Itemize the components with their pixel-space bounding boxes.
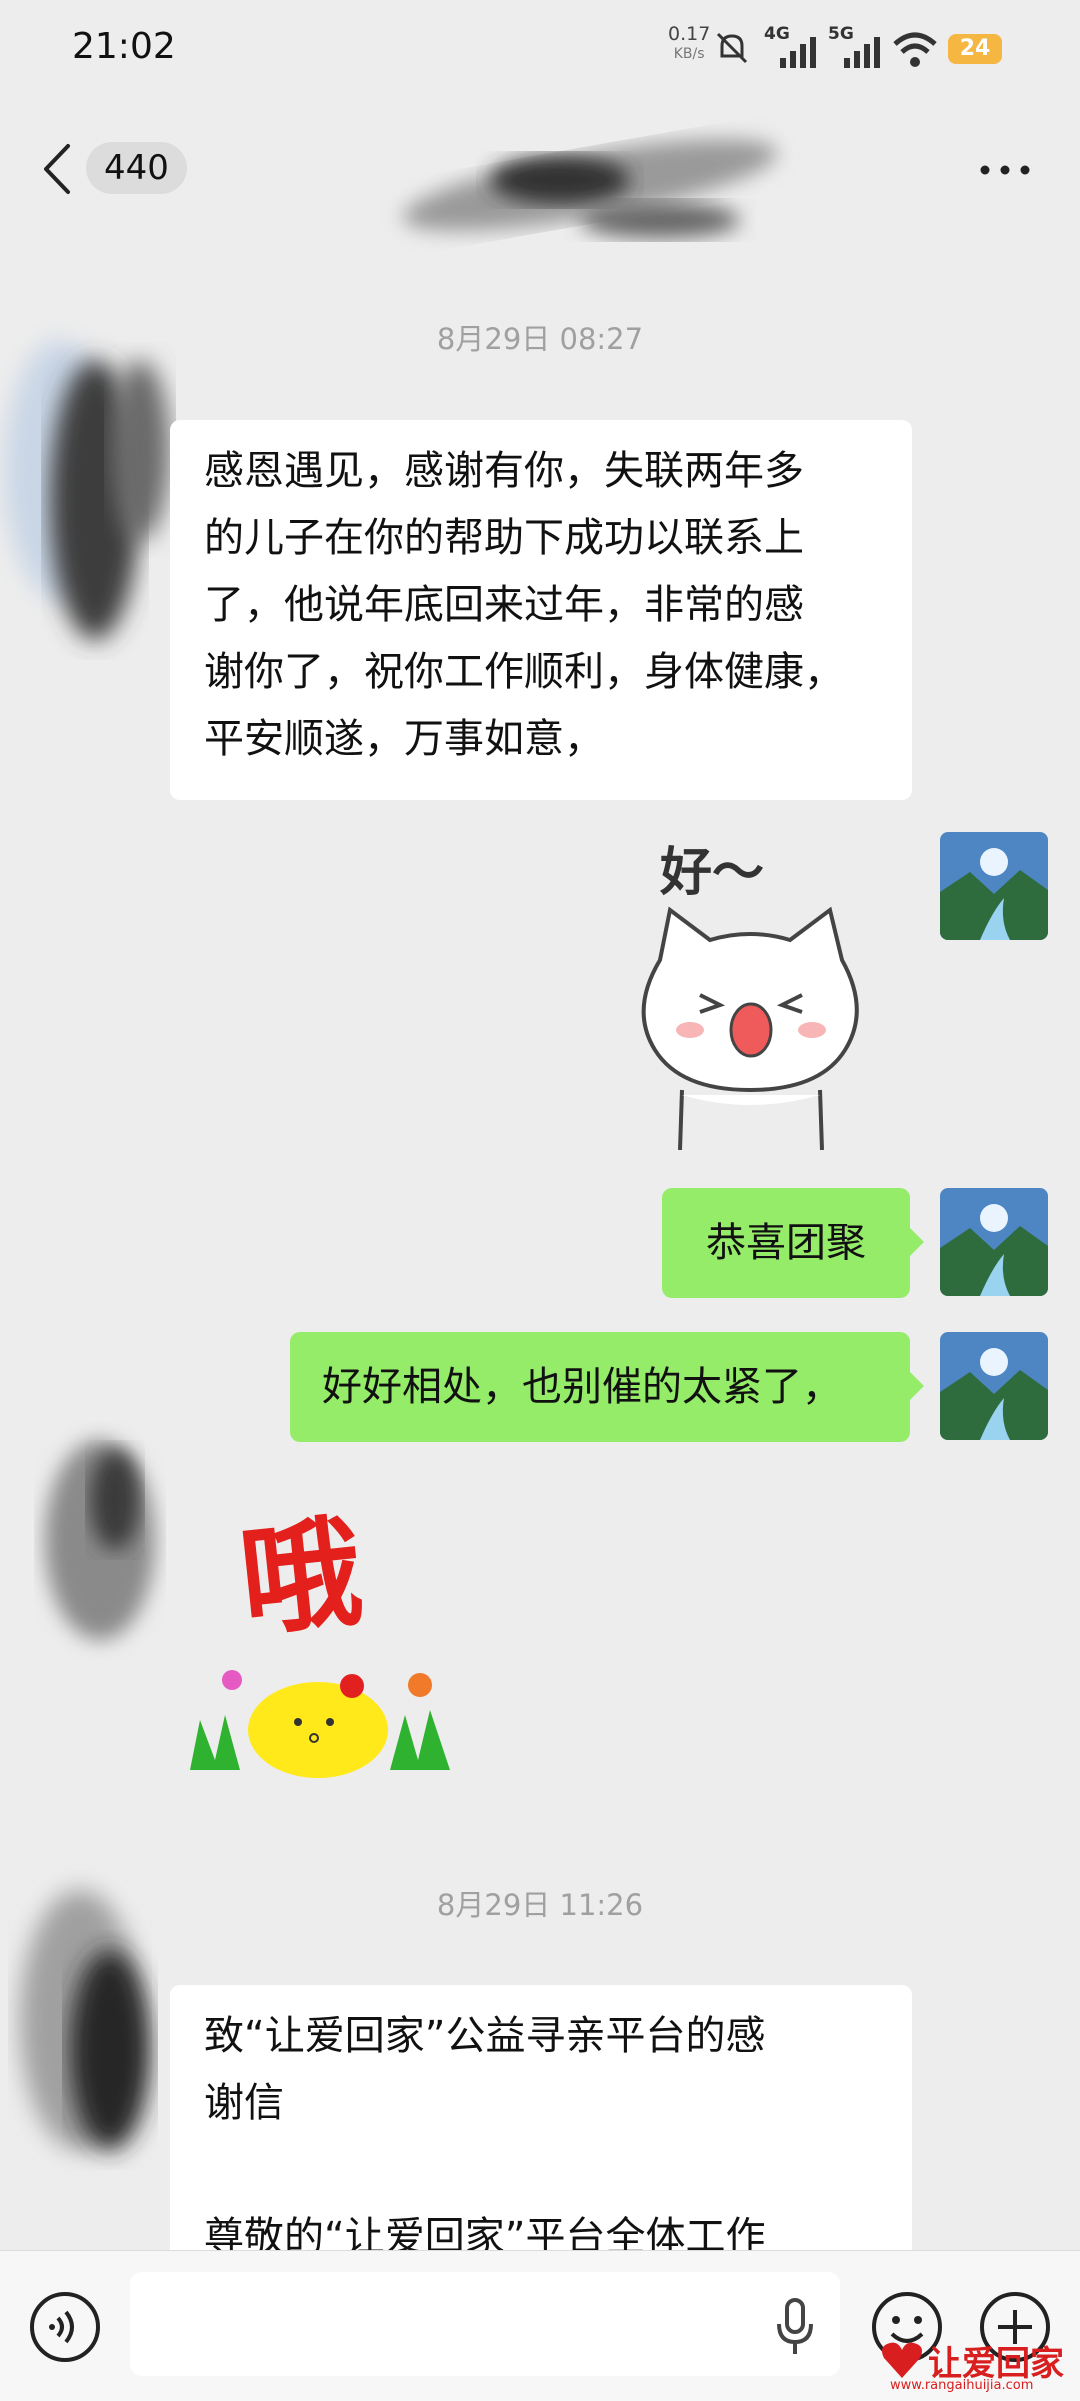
sticker-caption: 好～ bbox=[660, 842, 765, 903]
message-line: 谢信 bbox=[204, 2080, 284, 2126]
incoming-message-bubble[interactable]: 感恩遇见，感谢有你，失联两年多 的儿子在你的帮助下成功以联系上 了，他说年底回来… bbox=[170, 420, 912, 800]
message-line bbox=[204, 2137, 912, 2204]
message-line: 了，他说年底回来过年，非常的感 bbox=[204, 582, 804, 628]
message-line: 谢你了，祝你工作顺利，身体健康， bbox=[204, 649, 844, 695]
status-time: 21:02 bbox=[72, 26, 176, 67]
microphone-icon[interactable] bbox=[775, 2296, 815, 2360]
contact-avatar-blurred[interactable] bbox=[20, 1410, 170, 1670]
sticker-caption: 哦 bbox=[234, 1501, 369, 1654]
signal-icon bbox=[780, 37, 816, 68]
unread-count-badge[interactable]: 440 bbox=[86, 142, 187, 194]
blurred-chat-title bbox=[402, 139, 778, 238]
sticker-chick-oh[interactable]: 哦 bbox=[190, 1490, 490, 1790]
my-avatar[interactable] bbox=[940, 1332, 1048, 1440]
contact-avatar-blurred[interactable] bbox=[0, 1850, 190, 2180]
message-text: 好好相处，也别催的太紧了， bbox=[322, 1364, 842, 1410]
wifi-icon bbox=[893, 32, 937, 67]
message-line: 致“让爱回家”公益寻亲平台的感 bbox=[204, 2013, 766, 2059]
more-options-icon[interactable] bbox=[975, 160, 1035, 180]
bubble-tail bbox=[910, 1372, 924, 1400]
back-arrow-icon[interactable] bbox=[42, 142, 72, 196]
bubble-tail bbox=[910, 1228, 924, 1256]
voice-mode-icon[interactable] bbox=[28, 2290, 102, 2364]
signal-icon-2 bbox=[844, 37, 880, 68]
my-avatar[interactable] bbox=[940, 1188, 1048, 1296]
incoming-message-bubble[interactable]: 致“让爱回家”公益寻亲平台的感 谢信 尊敬的“让爱回家”平台全体工作 bbox=[170, 1985, 912, 2285]
message-text: 恭喜团聚 bbox=[706, 1220, 866, 1266]
heart-logo-icon bbox=[882, 2342, 922, 2378]
chick-flowers-icon bbox=[190, 1670, 450, 1778]
sticker-cat-happy[interactable]: 好～ bbox=[600, 820, 900, 1150]
message-line: 平安顺遂，万事如意， bbox=[204, 716, 604, 762]
status-bar: 21:02 0.17 KB/s 4G 5G 24 bbox=[0, 0, 1080, 100]
net-speed: 0.17 KB/s bbox=[668, 23, 711, 62]
outgoing-message-bubble[interactable]: 恭喜团聚 bbox=[662, 1188, 910, 1298]
my-avatar[interactable] bbox=[940, 832, 1048, 940]
outgoing-message-bubble[interactable]: 好好相处，也别催的太紧了， bbox=[290, 1332, 910, 1442]
cat-icon bbox=[641, 906, 859, 1150]
message-input[interactable] bbox=[130, 2272, 840, 2376]
message-line: 的儿子在你的帮助下成功以联系上 bbox=[204, 515, 804, 561]
message-line: 感恩遇见，感谢有你，失联两年多 bbox=[204, 448, 804, 494]
battery-indicator: 24 bbox=[948, 34, 1002, 64]
watermark-url: www.rangaihuijia.com bbox=[890, 2378, 1034, 2393]
mute-icon bbox=[716, 32, 748, 64]
